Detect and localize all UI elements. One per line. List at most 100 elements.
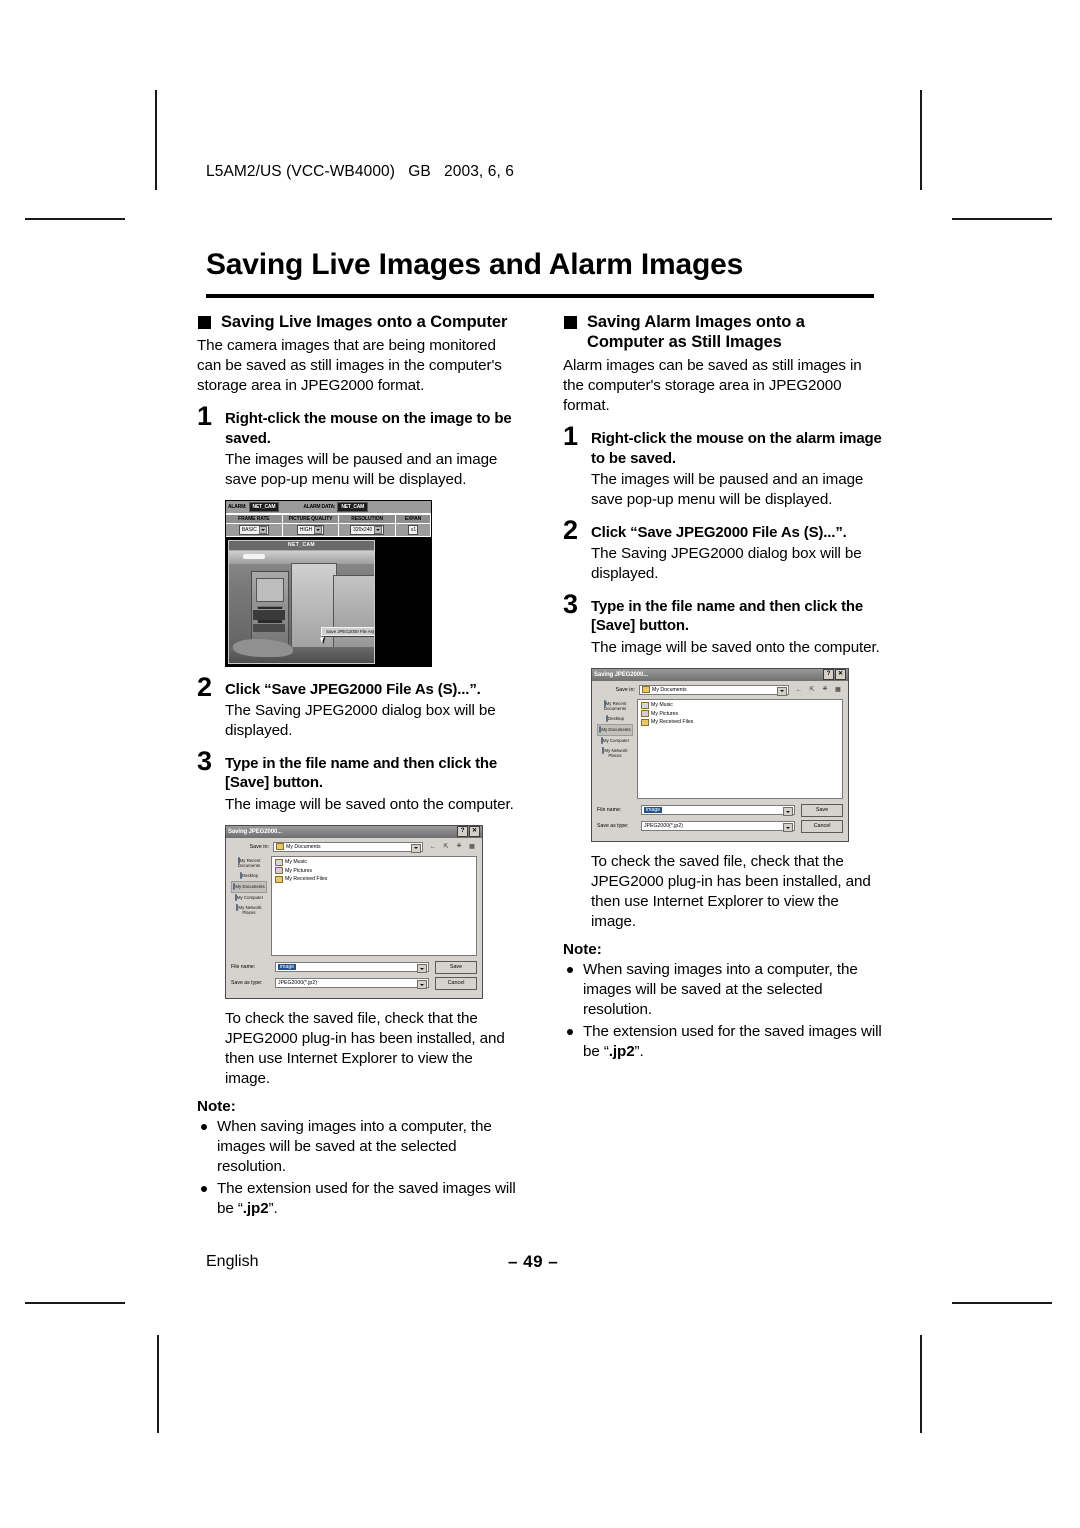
save-in-value: My Documents bbox=[286, 843, 321, 850]
left-section-heading-text: Saving Live Images onto a Computer bbox=[221, 313, 508, 331]
file-name-input[interactable]: image bbox=[641, 805, 795, 817]
camera-live-scene[interactable]: Save JPEG2000 File As(S)... bbox=[229, 550, 374, 663]
place-label: My Network Places bbox=[604, 748, 628, 759]
expand-select[interactable]: x1 bbox=[407, 524, 419, 535]
save-as-type-select[interactable]: JPEG2000(*.jp2) bbox=[641, 821, 795, 833]
place-my-documents[interactable]: My Documents bbox=[231, 880, 267, 893]
save-as-type-row: Save as type: JPEG2000(*.jp2) Cancel bbox=[597, 819, 843, 833]
chevron-down-icon[interactable] bbox=[777, 686, 787, 696]
place-my-computer[interactable]: My Computer bbox=[597, 736, 633, 746]
folder-icon bbox=[275, 867, 283, 875]
back-icon[interactable]: ← bbox=[794, 685, 804, 695]
save-in-value: My Documents bbox=[652, 686, 687, 693]
save-in-label: Save in: bbox=[615, 686, 635, 693]
camera-video-title: NET_CAM bbox=[229, 540, 374, 551]
place-my-network-places[interactable]: My Network Places bbox=[597, 746, 633, 761]
help-button[interactable]: ? bbox=[457, 826, 468, 838]
list-item[interactable]: My Music bbox=[641, 701, 839, 709]
save-as-type-value: JPEG2000(*.jp2) bbox=[644, 823, 683, 830]
left-note-label: Note: bbox=[197, 1097, 236, 1115]
up-one-level-icon[interactable]: ⇱ bbox=[441, 842, 451, 852]
save-button[interactable]: Save bbox=[801, 803, 843, 817]
save-dialog-figure-right: Saving JPEG2000... ? ✕ Save in: My Docum… bbox=[591, 667, 849, 842]
left-step-2-description: The Saving JPEG2000 dialog box will be d… bbox=[225, 702, 496, 740]
chevron-down-icon[interactable] bbox=[783, 823, 793, 833]
frame-rate-select[interactable]: BASIC bbox=[238, 524, 269, 535]
scene-lamp bbox=[243, 553, 265, 559]
left-step-2-heading: Click “Save JPEG2000 File As (S)...”. bbox=[225, 680, 481, 698]
cancel-button[interactable]: Cancel bbox=[435, 976, 477, 990]
close-icon[interactable]: ✕ bbox=[469, 826, 480, 838]
file-name-row: File name: image Save bbox=[597, 803, 843, 817]
right-section-heading: Saving Alarm Images onto a Computer as S… bbox=[563, 312, 885, 352]
bullet-dot-icon bbox=[201, 1123, 207, 1130]
file-name-input[interactable]: image bbox=[275, 962, 429, 974]
save-as-type-row: Save as type: JPEG2000(*.jp2) Cancel bbox=[231, 976, 477, 990]
save-as-type-select[interactable]: JPEG2000(*.jp2) bbox=[275, 978, 429, 990]
chevron-down-icon[interactable] bbox=[417, 980, 427, 990]
place-desktop[interactable]: Desktop bbox=[231, 871, 267, 881]
right-note-1-text: When saving images into a computer, the … bbox=[583, 960, 858, 1019]
expand-value: x1 bbox=[410, 526, 417, 533]
place-label: My Computer bbox=[602, 737, 630, 743]
dialog-title-buttons: ? ✕ bbox=[457, 826, 480, 838]
camera-browser-figure: ALARM: NET_CAM ALARM DATA: NET_CAM FRAME… bbox=[225, 499, 432, 667]
cancel-button[interactable]: Cancel bbox=[801, 819, 843, 833]
place-my-recent-documents[interactable]: My Recent Documents bbox=[231, 856, 267, 871]
places-bar: My Recent Documents Desktop My Documents bbox=[597, 698, 633, 799]
list-item[interactable]: My Received Files bbox=[641, 718, 839, 726]
left-note-2-tail: ”. bbox=[268, 1200, 278, 1218]
right-note-label: Note: bbox=[563, 940, 602, 958]
new-folder-icon[interactable]: ⎈ bbox=[820, 685, 830, 695]
place-my-network-places[interactable]: My Network Places bbox=[231, 903, 267, 918]
list-item[interactable]: My Pictures bbox=[275, 867, 473, 875]
bullet-dot-icon bbox=[567, 966, 573, 973]
file-list[interactable]: My Music My Pictures My Received Files bbox=[271, 855, 477, 956]
right-step-1-heading: Right-click the mouse on the alarm image… bbox=[591, 430, 882, 467]
up-one-level-icon[interactable]: ⇱ bbox=[807, 685, 817, 695]
right-note-2-extension: .jp2 bbox=[608, 1043, 635, 1061]
footer-page-number: – 49 – bbox=[508, 1252, 559, 1271]
dialog-toolbar: ← ⇱ ⎈ ▦ bbox=[794, 685, 843, 695]
save-in-combo[interactable]: My Documents bbox=[639, 684, 789, 696]
dialog-title-text: Saving JPEG2000... bbox=[594, 671, 648, 678]
place-my-computer[interactable]: My Computer bbox=[231, 893, 267, 903]
chevron-down-icon[interactable] bbox=[417, 964, 427, 974]
views-icon[interactable]: ▦ bbox=[467, 842, 477, 852]
views-icon[interactable]: ▦ bbox=[833, 685, 843, 695]
left-step-2: 2 Click “Save JPEG2000 File As (S)...”. … bbox=[197, 673, 519, 741]
resolution-select[interactable]: 320x240 bbox=[350, 524, 385, 535]
left-column: Saving Live Images onto a Computer The c… bbox=[197, 312, 519, 1219]
dialog-toolbar: ← ⇱ ⎈ ▦ bbox=[428, 842, 477, 852]
left-step-1-description: The images will be paused and an image s… bbox=[225, 450, 498, 488]
place-desktop[interactable]: Desktop bbox=[597, 714, 633, 724]
chevron-down-icon[interactable] bbox=[783, 807, 793, 817]
place-my-documents[interactable]: My Documents bbox=[597, 723, 633, 736]
save-button[interactable]: Save bbox=[435, 960, 477, 974]
chevron-down-icon[interactable] bbox=[411, 843, 421, 853]
dialog-bottom: File name: image Save Save as type: JPEG… bbox=[597, 803, 843, 833]
list-item[interactable]: My Pictures bbox=[641, 710, 839, 718]
dialog-body: Save in: My Documents ← ⇱ ⎈ ▦ My Recent … bbox=[226, 838, 482, 998]
save-in-row: Save in: My Documents ← ⇱ ⎈ ▦ bbox=[231, 841, 477, 853]
save-as-type-label: Save as type: bbox=[231, 980, 263, 987]
help-button[interactable]: ? bbox=[823, 669, 834, 681]
save-as-type-label: Save as type: bbox=[597, 823, 629, 830]
list-item[interactable]: My Music bbox=[275, 858, 473, 866]
right-after-text: To check the saved file, check that the … bbox=[591, 852, 871, 930]
place-my-recent-documents[interactable]: My Recent Documents bbox=[597, 699, 633, 714]
context-menu-save-jpeg2000[interactable]: Save JPEG2000 File As(S)... bbox=[321, 626, 374, 636]
file-list[interactable]: My Music My Pictures My Received Files bbox=[637, 698, 843, 799]
list-item[interactable]: My Received Files bbox=[275, 875, 473, 883]
back-icon[interactable]: ← bbox=[428, 842, 438, 852]
alarm-label: ALARM: bbox=[228, 503, 247, 510]
close-icon[interactable]: ✕ bbox=[835, 669, 846, 681]
picture-quality-select[interactable]: HIGH bbox=[296, 524, 325, 535]
dialog-title-buttons: ? ✕ bbox=[823, 669, 846, 681]
save-in-combo[interactable]: My Documents bbox=[273, 841, 423, 853]
new-folder-icon[interactable]: ⎈ bbox=[454, 842, 464, 852]
left-step-1-heading: Right-click the mouse on the image to be… bbox=[225, 410, 512, 447]
footer-language: English bbox=[206, 1253, 259, 1270]
save-in-row: Save in: My Documents ← ⇱ ⎈ ▦ bbox=[597, 684, 843, 696]
left-step-3-description: The image will be saved onto the compute… bbox=[225, 795, 514, 813]
